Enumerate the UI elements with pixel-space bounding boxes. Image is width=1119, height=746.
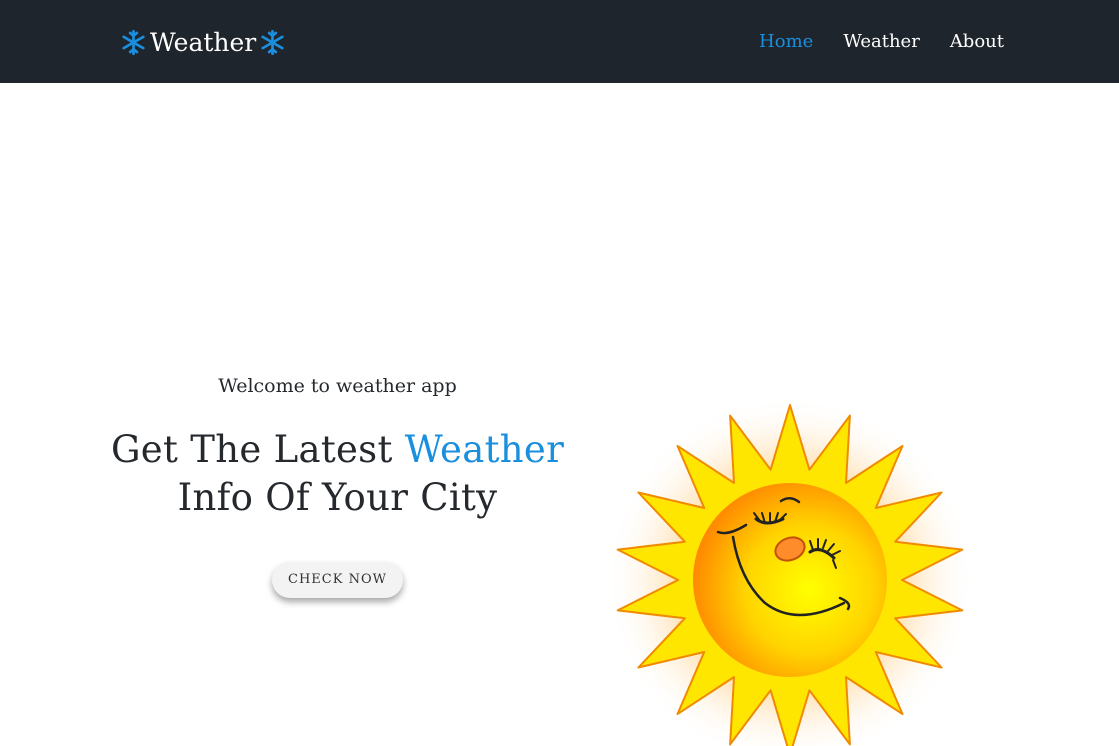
snowflake-icon xyxy=(122,29,145,55)
headline-accent: Weather xyxy=(404,428,565,471)
welcome-text: Welcome to weather app xyxy=(218,375,457,397)
smiling-sun-icon xyxy=(605,395,975,746)
hero-section: Welcome to weather app Get The Latest We… xyxy=(100,370,575,598)
navbar: Weather Home Weather About xyxy=(0,0,1119,83)
nav-link-about[interactable]: About xyxy=(950,28,1004,56)
headline-part2: Info Of Your City xyxy=(177,476,498,519)
nav-link-home[interactable]: Home xyxy=(759,28,813,56)
brand-label: Weather xyxy=(150,27,257,57)
hero-headline: Get The Latest Weather Info Of Your City xyxy=(100,426,575,522)
brand-link[interactable]: Weather xyxy=(120,22,286,62)
headline-part1: Get The Latest xyxy=(110,428,405,471)
snowflake-icon xyxy=(261,29,284,55)
nav-link-weather[interactable]: Weather xyxy=(843,28,920,56)
nav-links: Home Weather About xyxy=(759,28,1004,56)
check-now-button[interactable]: CHECK NOW xyxy=(272,562,403,598)
